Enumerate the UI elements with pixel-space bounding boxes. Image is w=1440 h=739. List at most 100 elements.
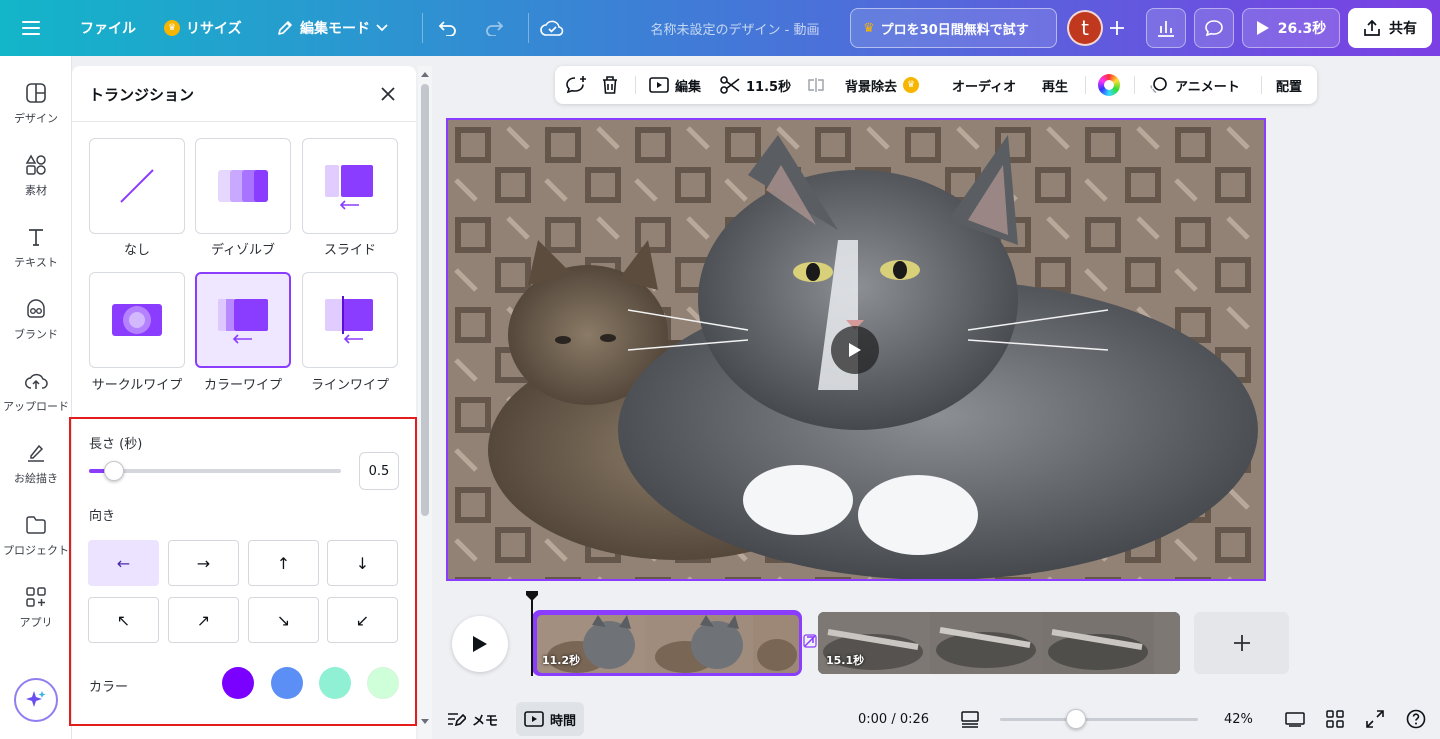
menu-button[interactable] [16, 8, 46, 48]
scroll-up-arrow-icon[interactable] [420, 70, 430, 78]
arrow-down-icon: ↓ [355, 553, 370, 573]
sidebar-item-elements[interactable]: 素材 [0, 152, 72, 198]
color-swatch-pale-green[interactable] [367, 667, 399, 699]
sidebar-item-projects[interactable]: プロジェクト [0, 512, 72, 558]
sidebar-item-design[interactable]: デザイン [0, 80, 72, 126]
redo-button[interactable] [474, 8, 514, 48]
comments-button[interactable] [1194, 8, 1234, 48]
color-button[interactable] [1098, 66, 1120, 104]
avatar[interactable]: t [1067, 10, 1103, 46]
pro-trial-button[interactable]: ♛ プロを30日間無料で試す [850, 8, 1057, 48]
help-icon [1406, 709, 1426, 729]
direction-down-left-button[interactable]: ↙ [327, 597, 398, 643]
notes-label: メモ [472, 713, 499, 729]
direction-up-right-button[interactable]: ↗ [168, 597, 239, 643]
animate-label: アニメート [1175, 79, 1240, 95]
arrow-up-icon: ↑ [276, 553, 291, 573]
scissors-icon [720, 76, 740, 94]
direction-up-left-button[interactable]: ↖ [88, 597, 159, 643]
add-comment-button[interactable] [565, 66, 587, 104]
direction-down-right-button[interactable]: ↘ [248, 597, 319, 643]
transition-none-card[interactable] [89, 138, 185, 234]
save-status-button[interactable] [532, 8, 572, 48]
file-menu-button[interactable]: ファイル [70, 8, 146, 48]
delete-button[interactable] [601, 66, 619, 104]
grid-view-button[interactable] [1326, 702, 1344, 736]
sidebar-item-upload[interactable]: アップロード [0, 368, 72, 414]
transition-color-wipe-card[interactable] [195, 272, 291, 368]
background-remover-button[interactable]: 背景除去 ♛ [845, 66, 920, 104]
sidebar-item-apps[interactable]: アプリ [0, 584, 72, 630]
video-play-button[interactable] [831, 326, 879, 374]
sidebar-item-brand[interactable]: ブランド [0, 296, 72, 342]
transition-slide-card[interactable] [302, 138, 398, 234]
text-icon [29, 229, 43, 246]
add-collaborator-button[interactable] [1100, 8, 1134, 48]
timeline-view-button[interactable] [960, 702, 980, 736]
position-button[interactable]: 配置 [1276, 66, 1302, 104]
close-panel-button[interactable] [374, 80, 402, 108]
transition-label: サークルワイプ [91, 378, 183, 393]
sidebar-label-upload: アップロード [3, 400, 69, 413]
slide-icon [325, 165, 373, 210]
direction-left-button[interactable]: ← [88, 540, 159, 586]
chevron-down-icon [376, 24, 388, 32]
upload-icon [25, 373, 48, 389]
zoom-slider-handle[interactable] [1066, 709, 1086, 729]
color-swatch-mint[interactable] [319, 667, 351, 699]
undo-button[interactable] [428, 8, 468, 48]
animate-button[interactable]: アニメート [1149, 66, 1240, 104]
notes-button[interactable]: メモ [446, 702, 498, 736]
flip-button[interactable] [807, 66, 825, 104]
transition-marker[interactable] [803, 633, 817, 649]
fullscreen-button[interactable] [1366, 702, 1384, 736]
side-navigation: デザイン 素材 テキスト ブランド アップロード お絵描き プロジェクト アプリ [0, 56, 72, 739]
scroll-down-arrow-icon[interactable] [420, 718, 430, 726]
edit-video-button[interactable]: 編集 [649, 66, 701, 104]
top-bar: ファイル ♛ リサイズ 編集モード 名称未設定のデザイン - 動画 ♛ プロを3… [0, 0, 1440, 56]
edit-mode-dropdown[interactable]: 編集モード [266, 8, 398, 48]
duration-value-input[interactable]: 0.5 [359, 452, 399, 490]
file-menu-label: ファイル [80, 21, 136, 37]
audio-button[interactable]: オーディオ [952, 66, 1016, 104]
transition-circle-wipe-card[interactable] [89, 272, 185, 368]
direction-up-button[interactable]: ↑ [248, 540, 319, 586]
magic-assistant-button[interactable] [14, 678, 58, 722]
sidebar-label-elements: 素材 [25, 184, 47, 197]
zoom-percentage[interactable]: 42% [1224, 702, 1253, 736]
transition-line-wipe-card[interactable] [302, 272, 398, 368]
dissolve-icon [218, 170, 268, 202]
resize-button[interactable]: ♛ リサイズ [154, 8, 252, 48]
sidebar-item-draw[interactable]: お絵描き [0, 440, 72, 486]
direction-right-button[interactable]: → [168, 540, 239, 586]
color-wipe-icon [218, 299, 268, 344]
play-icon [849, 343, 861, 357]
timeline-clip-2[interactable]: 15.1秒 [818, 612, 1180, 674]
color-swatch-purple[interactable] [222, 667, 254, 699]
play-preview-button[interactable]: 26.3秒 [1242, 8, 1340, 48]
duration-slider-track[interactable] [89, 469, 341, 473]
hamburger-icon [22, 21, 40, 35]
document-title[interactable]: 名称未設定のデザイン - 動画 [600, 8, 870, 48]
zoom-slider-track[interactable] [1000, 718, 1198, 721]
transition-dissolve-card[interactable] [195, 138, 291, 234]
pencil-icon [278, 21, 292, 35]
notes-icon [448, 713, 466, 727]
panel-scroll-thumb[interactable] [421, 84, 429, 516]
add-clip-button[interactable] [1194, 612, 1289, 674]
playback-button[interactable]: 再生 [1042, 66, 1068, 104]
share-button[interactable]: 共有 [1348, 8, 1432, 48]
pro-crown-icon: ♛ [164, 20, 180, 36]
clip-1-duration: 11.2秒 [542, 654, 581, 667]
page-view-button[interactable] [1285, 702, 1305, 736]
sidebar-item-text[interactable]: テキスト [0, 224, 72, 270]
color-swatch-blue[interactable] [271, 667, 303, 699]
help-button[interactable] [1406, 702, 1426, 736]
timeline-play-button[interactable] [452, 616, 508, 672]
arrow-up-right-icon: ↗ [196, 610, 211, 630]
timeline-clip-1[interactable]: 11.2秒 [532, 610, 802, 676]
direction-down-button[interactable]: ↓ [327, 540, 398, 586]
timing-button[interactable]: 時間 [516, 702, 585, 736]
insights-button[interactable] [1146, 8, 1186, 48]
trim-button[interactable]: 11.5秒 [720, 66, 791, 104]
